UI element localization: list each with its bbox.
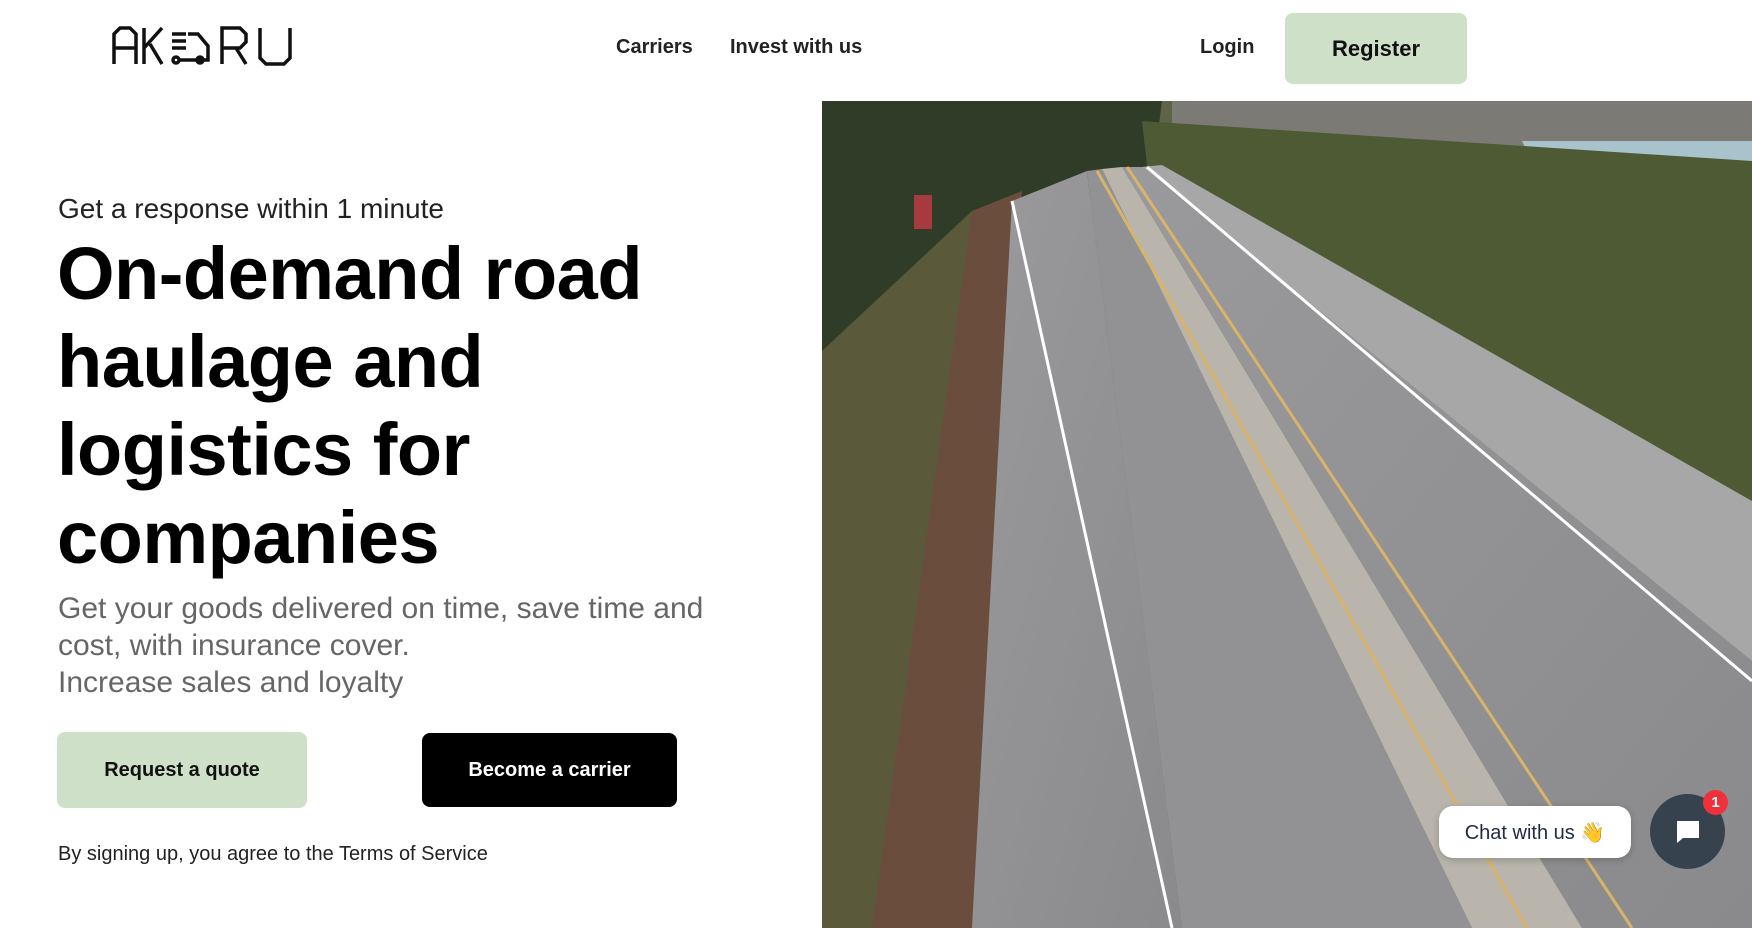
hero-subtitle-line: Get your goods delivered on time, save t…	[58, 592, 704, 662]
hero-kicker: Get a response within 1 minute	[58, 193, 444, 224]
nav-carriers[interactable]: Carriers	[616, 36, 693, 59]
top-nav: Carriers Invest with us Login Register	[0, 0, 1752, 101]
request-quote-button[interactable]: Request a quote	[57, 732, 307, 808]
become-carrier-button[interactable]: Become a carrier	[422, 733, 677, 807]
hero-title: On-demand road haulage and logistics for…	[57, 232, 643, 579]
login-link[interactable]: Login	[1200, 36, 1254, 59]
hero-subtitle-line: Increase sales and loyalty	[58, 666, 404, 699]
nav-invest[interactable]: Invest with us	[730, 36, 862, 59]
hero-highway-image	[822, 101, 1752, 928]
chat-bubble-icon	[1676, 820, 1699, 843]
register-button[interactable]: Register	[1285, 13, 1467, 84]
hero-subtitle: Get your goods delivered on time, save t…	[58, 590, 738, 701]
terms-text[interactable]: By signing up, you agree to the Terms of…	[58, 843, 488, 866]
chat-unread-badge: 1	[1703, 790, 1728, 815]
logo[interactable]	[112, 26, 296, 66]
chat-with-us-label[interactable]: Chat with us 👋	[1439, 806, 1631, 858]
